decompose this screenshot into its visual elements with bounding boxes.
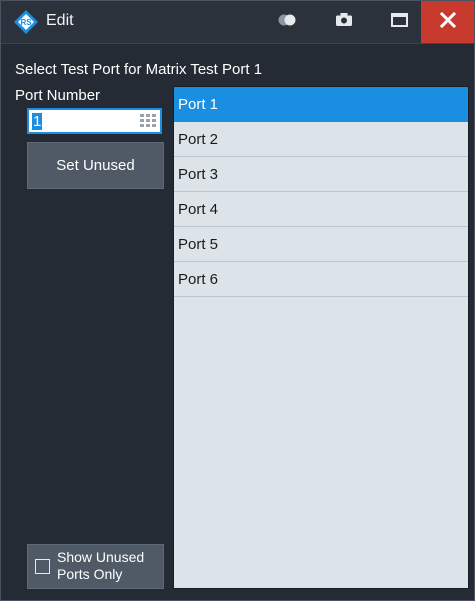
port-list-item[interactable]: Port 5 <box>174 227 468 262</box>
port-number-value: 1 <box>32 113 43 130</box>
port-list-item[interactable]: Port 6 <box>174 262 468 297</box>
show-unused-ports-toggle[interactable]: Show Unused Ports Only <box>27 544 164 589</box>
maximize-button[interactable] <box>381 1 417 43</box>
close-icon <box>439 11 456 33</box>
dialog-prompt: Select Test Port for Matrix Test Port 1 <box>15 61 263 78</box>
port-list-item[interactable]: Port 4 <box>174 192 468 227</box>
maximize-icon <box>390 12 408 32</box>
show-unused-checkbox[interactable] <box>35 559 50 574</box>
toggle-icon <box>277 13 297 31</box>
toggle-button[interactable] <box>267 1 307 43</box>
close-button[interactable] <box>421 1 474 43</box>
port-number-input[interactable]: 1 <box>27 108 162 134</box>
show-unused-label-line2: Ports Only <box>57 566 123 582</box>
window-title: Edit <box>46 12 74 29</box>
show-unused-label-line1: Show Unused <box>57 549 145 565</box>
port-list-item[interactable]: Port 1 <box>174 87 468 122</box>
port-list-item[interactable]: Port 3 <box>174 157 468 192</box>
title-bar[interactable]: RS Edit <box>1 1 474 44</box>
show-unused-label: Show Unused Ports Only <box>57 549 144 583</box>
port-list[interactable]: Port 1 Port 2 Port 3 Port 4 Port 5 Port 6 <box>173 86 469 589</box>
edit-dialog-window: RS Edit Select Test Port for Matrix Test… <box>0 0 475 601</box>
port-number-label: Port Number <box>15 87 101 104</box>
svg-text:RS: RS <box>20 18 32 27</box>
screenshot-button[interactable] <box>327 1 361 43</box>
rs-logo-icon: RS <box>14 10 38 34</box>
set-unused-button[interactable]: Set Unused <box>27 142 164 189</box>
camera-icon <box>336 13 352 31</box>
keypad-icon[interactable] <box>140 114 156 128</box>
port-list-item[interactable]: Port 2 <box>174 122 468 157</box>
